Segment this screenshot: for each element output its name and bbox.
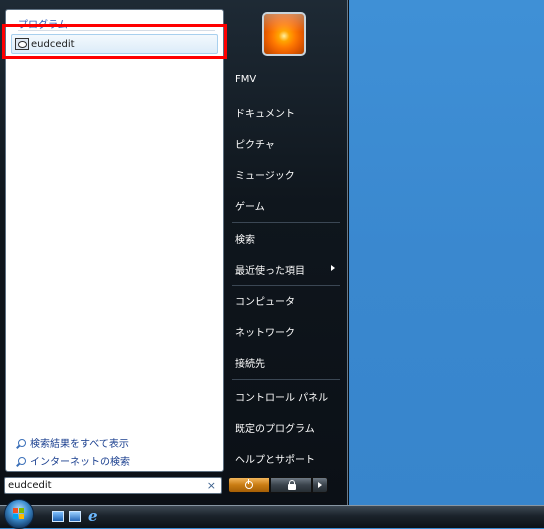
right-item-games[interactable]: ゲーム	[235, 198, 265, 213]
start-search-box[interactable]: ×	[4, 477, 222, 494]
magnifier-icon	[18, 456, 26, 465]
lock-button[interactable]	[270, 477, 312, 493]
right-item-pictures[interactable]: ピクチャ	[235, 136, 275, 151]
windows-orb-icon	[13, 508, 25, 520]
search-input[interactable]	[8, 479, 203, 492]
internet-explorer-icon[interactable]: e	[88, 509, 102, 524]
switch-windows-icon[interactable]	[69, 511, 81, 522]
start-menu: プログラム eudcedit 検索結果をすべて表示 インターネットの検索 × F…	[0, 0, 348, 505]
search-internet-label: インターネットの検索	[30, 457, 130, 468]
right-item-fmv[interactable]: FMV	[235, 74, 256, 85]
search-internet-link[interactable]: インターネットの検索	[18, 453, 130, 468]
magnifier-icon	[18, 438, 26, 447]
clear-search-icon[interactable]: ×	[207, 479, 216, 492]
see-all-results-link[interactable]: 検索結果をすべて表示	[18, 435, 129, 450]
see-all-results-label: 検索結果をすべて表示	[30, 439, 129, 450]
right-item-default-programs[interactable]: 既定のプログラム	[235, 420, 315, 435]
right-item-control-panel[interactable]: コントロール パネル	[235, 389, 328, 404]
power-button[interactable]	[228, 477, 270, 493]
red-highlight-annotation	[2, 24, 227, 59]
right-item-network[interactable]: ネットワーク	[235, 324, 295, 339]
lock-icon	[288, 480, 296, 490]
submenu-arrow-icon	[331, 265, 335, 271]
user-picture[interactable]	[262, 12, 306, 56]
right-item-help-support[interactable]: ヘルプとサポート	[235, 451, 315, 466]
right-divider	[232, 285, 340, 286]
arrow-right-icon	[318, 482, 322, 488]
programs-pane: プログラム eudcedit 検索結果をすべて表示 インターネットの検索	[5, 9, 224, 472]
start-button[interactable]	[4, 499, 34, 529]
right-item-music[interactable]: ミュージック	[235, 167, 295, 182]
right-divider	[232, 222, 340, 223]
power-options-button[interactable]	[312, 477, 328, 493]
right-item-computer[interactable]: コンピュータ	[235, 293, 295, 308]
power-icon	[245, 479, 253, 489]
right-item-search[interactable]: 検索	[235, 231, 255, 246]
show-desktop-icon[interactable]	[52, 511, 64, 522]
right-item-documents[interactable]: ドキュメント	[235, 105, 295, 120]
right-item-recent-items[interactable]: 最近使った項目	[235, 262, 305, 277]
taskbar: e	[0, 499, 544, 529]
power-controls	[228, 477, 328, 493]
right-divider	[232, 379, 340, 380]
right-item-connect-to[interactable]: 接続先	[235, 355, 265, 370]
